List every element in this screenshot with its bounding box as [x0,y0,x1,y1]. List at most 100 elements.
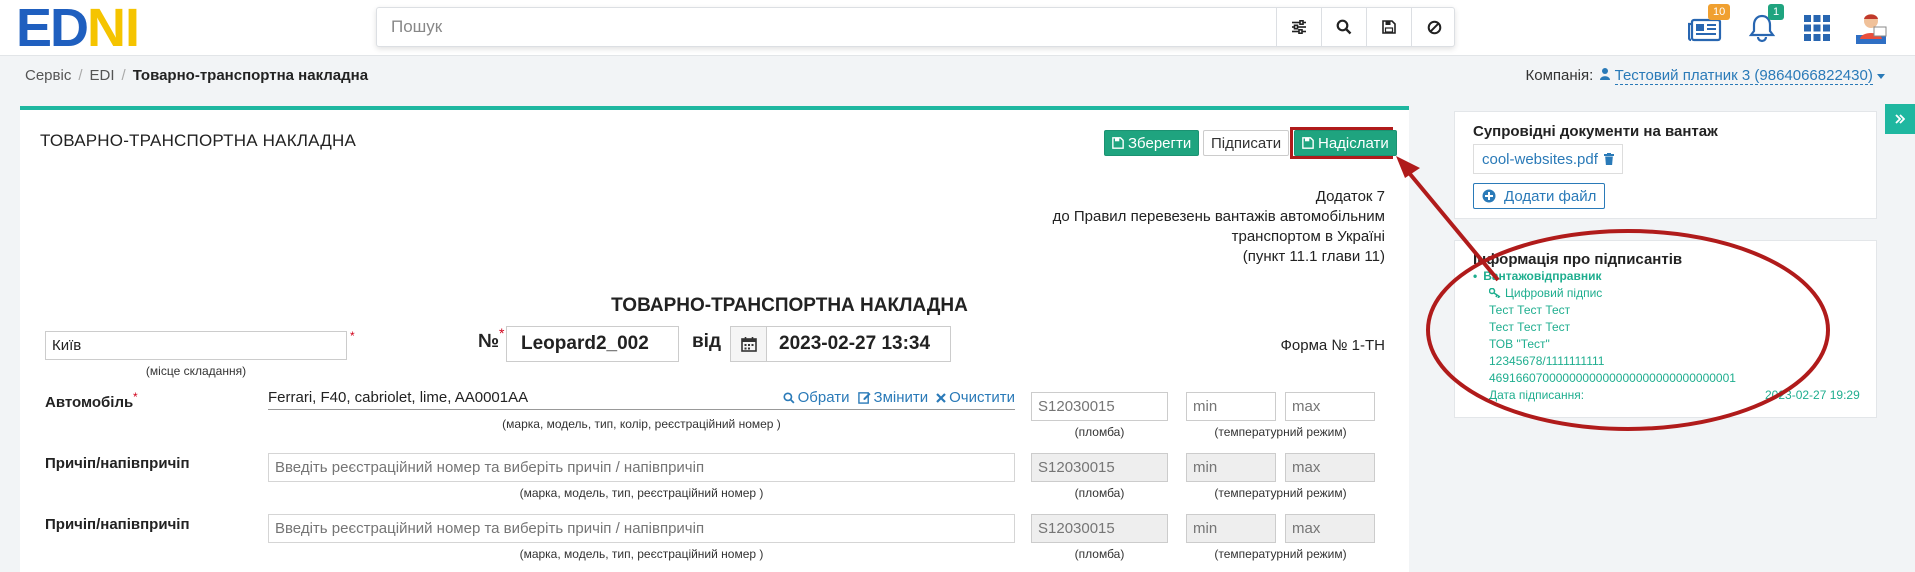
trailer-temp-max-input[interactable] [1285,514,1375,543]
double-chevron-right-icon [1895,114,1905,124]
save-search-button[interactable] [1366,8,1411,46]
company-dropdown[interactable]: Тестовий платник 3 (9864066822430) [1614,67,1873,85]
trailer-caption: (марка, модель, тип, реєстраційний номер… [519,486,764,500]
notifications-button[interactable]: 1 [1748,0,1785,56]
car-value: Ferrari, F40, cabriolet, lime, AA0001AA [268,389,529,406]
ban-icon [1427,20,1441,34]
car-temp-max-input[interactable] [1285,392,1375,421]
sign-button[interactable]: Підписати [1203,130,1290,156]
trailer-input[interactable] [268,514,1015,543]
trailer-temp-min-input[interactable] [1186,453,1276,482]
sign-date-value: 2023-02-27 19:29 [1765,388,1860,402]
add-file-button[interactable]: Додати файл [1473,183,1606,209]
edit-car-link[interactable]: Змінити [857,389,929,406]
breadcrumb-current: Товарно-транспортна накладна [132,67,369,84]
required-marker: * [350,329,355,343]
clear-car-link[interactable]: Очистити [936,389,1015,406]
send-button[interactable]: Надіслати [1294,130,1397,156]
search-box [376,7,1455,47]
plus-circle-icon [1482,189,1496,203]
car-caption: (марка, модель, тип, колір, реєстраційни… [502,417,781,431]
user-avatar-icon [1856,14,1887,44]
page-title: ТОВАРНО-ТРАНСПОРТНА НАКЛАДНА [40,131,356,150]
sign-date-label: Дата підписання: [1489,388,1585,402]
car-seal-input[interactable] [1031,392,1168,421]
trailer-input[interactable] [268,453,1015,482]
car-label: Автомобіль [45,394,134,411]
seal-caption: (пломба) [1074,547,1125,561]
grid-icon [1804,15,1830,41]
floppy-disk-icon [1302,137,1314,149]
document-date-input[interactable]: 2023-02-27 13:34 [766,326,951,362]
floppy-disk-icon [1382,20,1396,34]
trailer-temp-max-input[interactable] [1285,453,1375,482]
breadcrumb-edi[interactable]: EDI [90,67,115,84]
edit-car-label: Змінити [873,389,929,406]
trailer-seal-input[interactable] [1031,514,1168,543]
place-caption: (місце складання) [145,364,247,378]
signer-role-label: Вантажовідправник [1483,269,1602,283]
attachments-card: Супровідні документи на вантаж cool-webs… [1454,111,1877,219]
appendix-line: до Правил перевезень вантажів автомобіль… [1052,208,1385,225]
search-icon [1336,19,1352,35]
required-marker: * [499,325,505,341]
user-profile-button[interactable] [1852,0,1890,56]
seal-caption: (пломба) [1074,486,1125,500]
search-button[interactable] [1321,8,1366,46]
attachment-file[interactable]: cool-websites.pdf [1473,144,1623,174]
breadcrumb: Сервіс / EDI / Товарно-транспортна накладна [25,67,368,84]
calendar-icon [740,337,757,352]
document-heading: ТОВАРНО-ТРАНСПОРТНА НАКЛАДНА [611,295,968,316]
search-icon [783,391,795,404]
date-from-label: від [692,331,722,352]
document-number-input[interactable]: Leopard2_002 [506,326,679,362]
temperature-caption: (температурний режим) [1214,486,1347,500]
choose-car-label: Обрати [797,389,850,406]
signer-gln: 4691660700000000000000000000000000001 [1489,371,1736,385]
clear-car-label: Очистити [949,389,1015,406]
apps-menu-button[interactable] [1804,0,1830,56]
signers-title: Інформація про підписантів [1473,251,1683,268]
save-button[interactable]: Зберегти [1104,130,1200,156]
trailer-caption: (марка, модель, тип, реєстраційний номер… [519,547,764,561]
filter-settings-button[interactable] [1276,8,1321,46]
document-panel: ТОВАРНО-ТРАНСПОРТНА НАКЛАДНА Зберегти Пі… [20,106,1409,572]
signature-type-label: Цифровий підпис [1505,286,1603,300]
close-icon [936,392,946,403]
news-button[interactable]: 10 [1688,0,1731,56]
reset-search-button[interactable] [1411,8,1456,46]
breadcrumb-separator: / [121,67,126,84]
trash-icon[interactable] [1603,153,1614,165]
signer-code: 12345678/1111111111 [1489,354,1605,368]
logo-text-ed: ED [16,0,89,58]
send-button-label: Надіслати [1318,134,1389,152]
edin-logo[interactable]: ED N I [16,0,140,58]
required-marker: * [133,390,138,404]
temperature-caption: (температурний режим) [1214,425,1347,439]
choose-car-link[interactable]: Обрати [783,389,850,406]
logo-text-i: I [125,0,140,58]
sign-button-label: Підписати [1211,134,1282,152]
car-selector[interactable]: Ferrari, F40, cabriolet, lime, AA0001AA … [268,386,1015,410]
signer-company: ТОВ "Тест" [1489,337,1550,351]
attachment-file-name: cool-websites.pdf [1482,150,1598,168]
form-number-label: Форма № 1-ТН [1280,337,1385,354]
search-input[interactable] [377,8,1277,46]
temperature-caption: (температурний режим) [1214,547,1347,561]
calendar-button[interactable] [730,326,767,362]
trailer-temp-min-input[interactable] [1186,514,1276,543]
trailer-seal-input[interactable] [1031,453,1168,482]
car-temp-min-input[interactable] [1186,392,1276,421]
caret-down-icon[interactable] [1877,74,1885,80]
company-selector: Компанія: Тестовий платник 3 (9864066822… [1526,67,1885,85]
breadcrumb-service[interactable]: Сервіс [25,67,71,84]
collapse-sidebar-button[interactable] [1885,104,1915,134]
appendix-line: транспортом в Україні [1231,228,1385,245]
trailer-label: Причіп/напівпричіп [45,516,190,533]
breadcrumb-separator: / [78,67,83,84]
logo-text-n: N [87,0,126,58]
place-input[interactable]: Київ [45,331,347,360]
top-navbar: EDNI 10 1 [0,0,1915,56]
appendix-line: (пункт 11.1 глави 11) [1242,248,1385,265]
news-count-badge: 10 [1708,4,1731,20]
